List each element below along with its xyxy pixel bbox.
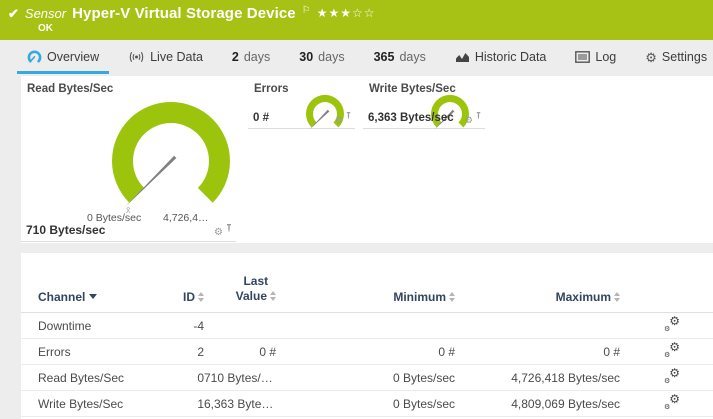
gauge-write-bytes[interactable]: Write Bytes/Sec 6,363 Bytes/sec ⚙ <box>363 76 485 130</box>
table-row-errors: Errors 2 0 # 0 # 0 # ⚙ ⚙ <box>21 339 713 365</box>
status-badge: OK <box>38 23 53 34</box>
gauge-read-bytes[interactable]: Read Bytes/Sec x̄ 0 Bytes/sec 4,726,418 … <box>21 76 236 242</box>
gauge-settings-icon[interactable]: ⚙ <box>335 116 343 125</box>
channel-name[interactable]: Errors <box>38 345 158 359</box>
column-header-minimum[interactable]: Minimum <box>276 290 455 304</box>
column-header-last-value[interactable]: Last Value <box>204 274 276 304</box>
tab-historic-data[interactable]: Historic Data <box>445 40 557 74</box>
table-row-read-bytes: Read Bytes/Sec 0 710 Bytes/sec 0 Bytes/s… <box>21 365 713 391</box>
edit-channel-icon[interactable]: ⚙ ⚙ <box>664 366 680 385</box>
gear-icon: ⚙ <box>645 49 657 65</box>
tab-2-days[interactable]: 2 days <box>222 40 280 74</box>
table-row-downtime: Downtime -4 ⚙ ⚙ <box>21 313 713 339</box>
priority-stars[interactable]: ★★★☆☆ <box>317 6 376 20</box>
table-header-row: Channel ID Last Value Minimum Maximum <box>21 253 713 313</box>
tab-settings[interactable]: ⚙ Settings <box>635 40 713 74</box>
sensor-header: ✔ Sensor Hyper-V Virtual Storage Device … <box>0 0 713 40</box>
pin-gauge-icon[interactable] <box>225 220 233 238</box>
status-ok-icon: ✔ <box>8 6 19 21</box>
tab-overview[interactable]: Overview <box>17 40 110 74</box>
priority-flag-icon[interactable]: ⚐ <box>302 5 311 16</box>
pin-gauge-icon[interactable] <box>345 107 352 125</box>
column-header-id[interactable]: ID <box>158 290 204 304</box>
edit-channel-icon[interactable]: ⚙ ⚙ <box>664 340 680 359</box>
table-row-write-bytes: Write Bytes/Sec 1 6,363 Bytes/sec 0 Byte… <box>21 391 713 417</box>
pin-gauge-icon[interactable] <box>475 107 482 125</box>
gauge-current-value: 0 # <box>253 112 269 124</box>
sort-icon <box>614 292 620 302</box>
gauge-settings-icon[interactable]: ⚙ <box>214 228 223 238</box>
gauge-current-value: 6,363 Bytes/sec <box>368 112 454 124</box>
sensor-title: Hyper-V Virtual Storage Device <box>72 5 296 22</box>
object-type-label: Sensor <box>24 6 67 21</box>
channel-name[interactable]: Write Bytes/Sec <box>38 397 158 411</box>
gauge-scale-max: 4,726,418 Bytes/sec <box>163 212 214 224</box>
column-header-channel[interactable]: Channel <box>38 290 158 304</box>
tab-365-days[interactable]: 365 days <box>364 40 436 74</box>
edit-channel-icon[interactable]: ⚙ ⚙ <box>664 314 680 333</box>
channels-table: Channel ID Last Value Minimum Maximum Do… <box>21 253 713 419</box>
column-header-maximum[interactable]: Maximum <box>455 290 620 304</box>
tab-bar: Overview Live Data 2 days 30 days 365 da… <box>0 40 713 74</box>
channel-name[interactable]: Downtime <box>38 319 158 333</box>
gauge-errors[interactable]: Errors 0 # ⚙ <box>248 76 355 130</box>
tab-live-data[interactable]: Live Data <box>118 40 213 74</box>
gauge-title: Errors <box>254 83 289 95</box>
broadcast-icon <box>128 51 145 63</box>
gauges-panel: Read Bytes/Sec x̄ 0 Bytes/sec 4,726,418 … <box>21 76 713 243</box>
tab-log[interactable]: Log <box>565 40 626 74</box>
chart-icon <box>455 51 470 63</box>
log-icon <box>575 51 591 63</box>
gauge-icon <box>27 50 42 64</box>
tab-30-days[interactable]: 30 days <box>289 40 354 74</box>
edit-channel-icon[interactable]: ⚙ ⚙ <box>664 392 680 411</box>
channel-name[interactable]: Read Bytes/Sec <box>38 371 158 385</box>
gauge-settings-icon[interactable]: ⚙ <box>465 116 473 125</box>
read-gauge-dial: x̄ <box>112 101 230 215</box>
sort-desc-icon <box>89 294 98 299</box>
gauge-current-value: 710 Bytes/sec <box>26 223 106 237</box>
